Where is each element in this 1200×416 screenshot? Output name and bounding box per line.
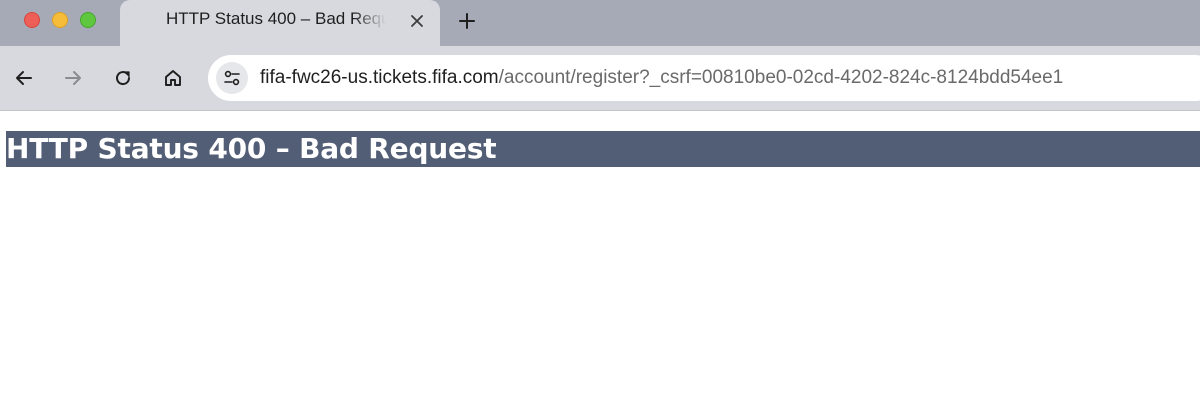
tab-active[interactable]: HTTP Status 400 – Bad Request	[120, 0, 440, 46]
home-icon[interactable]	[157, 62, 189, 94]
close-icon[interactable]	[406, 10, 428, 32]
arrow-right-icon[interactable]	[57, 62, 89, 94]
url-text[interactable]: fifa-fwc26-us.tickets.fifa.com/account/r…	[260, 67, 1063, 89]
url-host: fifa-fwc26-us.tickets.fifa.com	[260, 67, 499, 88]
tune-icon[interactable]	[216, 62, 248, 94]
url-path: /account/register?_csrf=00810be0-02cd-42…	[498, 67, 1064, 88]
plus-icon[interactable]	[454, 8, 480, 34]
arrow-left-icon[interactable]	[8, 62, 40, 94]
traffic-light-minimize-icon[interactable]	[52, 12, 68, 28]
browser-window: HTTP Status 400 – Bad Request	[0, 0, 1200, 416]
tab-title: HTTP Status 400 – Bad Request	[166, 9, 386, 28]
error-heading: HTTP Status 400 – Bad Request	[6, 131, 1200, 167]
page-content: HTTP Status 400 – Bad Request	[0, 111, 1200, 416]
browser-toolbar: fifa-fwc26-us.tickets.fifa.com/account/r…	[0, 46, 1200, 111]
address-bar[interactable]: fifa-fwc26-us.tickets.fifa.com/account/r…	[208, 55, 1200, 101]
traffic-light-close-icon[interactable]	[24, 12, 40, 28]
tab-strip: HTTP Status 400 – Bad Request	[0, 0, 1200, 46]
reload-icon[interactable]	[107, 62, 139, 94]
traffic-light-maximize-icon[interactable]	[80, 12, 96, 28]
